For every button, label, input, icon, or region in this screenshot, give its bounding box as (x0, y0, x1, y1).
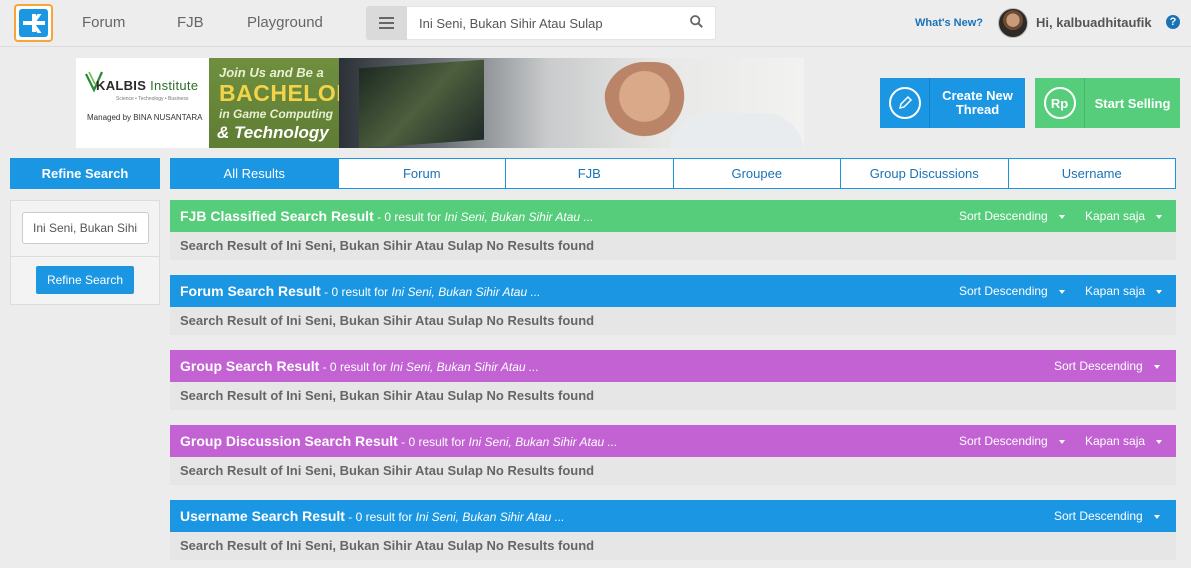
section-body: Search Result of Ini Seni, Bukan Sihir A… (170, 457, 1176, 485)
section-header: Group Search Result - 0 result for Ini S… (170, 350, 1176, 382)
section-title: Forum Search Result - 0 result for Ini S… (180, 283, 541, 299)
section-header: Forum Search Result - 0 result for Ini S… (170, 275, 1176, 307)
time-dropdown[interactable]: Kapan saja (1085, 434, 1163, 448)
section-body: Search Result of Ini Seni, Bukan Sihir A… (170, 382, 1176, 410)
nav-link-fjb[interactable]: FJB (177, 14, 204, 31)
caret-down-icon (1058, 439, 1065, 444)
section-body: Search Result of Ini Seni, Bukan Sihir A… (170, 232, 1176, 260)
username-result-section: Username Search Result - 0 result for In… (170, 500, 1176, 560)
section-header: Group Discussion Search Result - 0 resul… (170, 425, 1176, 457)
time-dropdown[interactable]: Kapan saja (1085, 284, 1163, 298)
whats-new-link[interactable]: What's New? (915, 17, 983, 29)
banner-line-3: in Game Computing (219, 107, 333, 121)
banner-brand: KALBIS Institute (96, 78, 199, 93)
caret-down-icon (1058, 214, 1065, 219)
tab-forum[interactable]: Forum (337, 159, 506, 188)
nav-link-forum[interactable]: Forum (82, 14, 125, 31)
banner-line-1: Join Us and Be a (219, 65, 324, 80)
tab-groupee[interactable]: Groupee (672, 159, 841, 188)
refine-search-panel: Refine Search (10, 200, 160, 305)
create-new-thread-label: Create New Thread (942, 88, 1013, 117)
ad-banner[interactable]: KALBIS Institute Science • Technology • … (76, 58, 804, 148)
banner-line-4: & Technology (217, 123, 329, 142)
section-title: FJB Classified Search Result - 0 result … (180, 208, 594, 224)
help-icon[interactable]: ? (1166, 15, 1180, 29)
avatar[interactable] (998, 8, 1028, 38)
group-discussion-result-section: Group Discussion Search Result - 0 resul… (170, 425, 1176, 485)
section-header: FJB Classified Search Result - 0 result … (170, 200, 1176, 232)
tab-all-results[interactable]: All Results (171, 159, 338, 188)
section-title: Username Search Result - 0 result for In… (180, 508, 565, 524)
section-title: Group Discussion Search Result - 0 resul… (180, 433, 618, 449)
rupiah-icon: Rp (1043, 87, 1076, 119)
caret-down-icon (1153, 364, 1160, 369)
create-new-thread-button[interactable]: Create New Thread (880, 78, 1025, 128)
sort-dropdown[interactable]: Sort Descending (1054, 359, 1160, 373)
banner-tagline: Science • Technology • Business (116, 96, 189, 102)
nav-link-playground[interactable]: Playground (247, 14, 323, 31)
banner-managed-by: Managed by BINA NUSANTARA (87, 113, 203, 122)
user-greeting[interactable]: Hi, kalbuadhitaufik (1036, 15, 1152, 30)
banner-line-2: BACHELOR (219, 80, 354, 106)
caret-down-icon (1153, 514, 1160, 519)
banner-kalbis-panel: KALBIS Institute Science • Technology • … (76, 58, 209, 148)
top-navbar: Forum FJB Playground What's New? Hi, kal… (0, 0, 1191, 47)
refine-search-input[interactable] (22, 212, 149, 244)
refine-search-header: Refine Search (10, 158, 160, 189)
caret-down-icon (1156, 289, 1163, 294)
section-body: Search Result of Ini Seni, Bukan Sihir A… (170, 532, 1176, 560)
search-input[interactable] (407, 6, 716, 40)
pencil-icon (888, 87, 921, 119)
no-results-text: Search Result of Ini Seni, Bukan Sihir A… (180, 238, 595, 253)
forum-result-section: Forum Search Result - 0 result for Ini S… (170, 275, 1176, 335)
sort-dropdown[interactable]: Sort Descending (959, 434, 1065, 448)
no-results-text: Search Result of Ini Seni, Bukan Sihir A… (180, 538, 595, 553)
section-header: Username Search Result - 0 result for In… (170, 500, 1176, 532)
hamburger-menu-icon[interactable] (366, 6, 407, 40)
section-title: Group Search Result - 0 result for Ini S… (180, 358, 539, 374)
result-tabs: All Results Forum FJB Groupee Group Disc… (170, 158, 1176, 189)
refine-search-button[interactable]: Refine Search (36, 266, 134, 294)
no-results-text: Search Result of Ini Seni, Bukan Sihir A… (180, 463, 595, 478)
sort-dropdown[interactable]: Sort Descending (959, 209, 1065, 223)
fjb-result-section: FJB Classified Search Result - 0 result … (170, 200, 1176, 260)
caret-down-icon (1156, 214, 1163, 219)
sort-dropdown[interactable]: Sort Descending (959, 284, 1065, 298)
section-body: Search Result of Ini Seni, Bukan Sihir A… (170, 307, 1176, 335)
no-results-text: Search Result of Ini Seni, Bukan Sihir A… (180, 313, 595, 328)
tab-username[interactable]: Username (1007, 159, 1176, 188)
caret-down-icon (1058, 289, 1065, 294)
sort-dropdown[interactable]: Sort Descending (1054, 509, 1160, 523)
kaskus-logo-icon[interactable] (14, 4, 53, 42)
tab-fjb[interactable]: FJB (505, 159, 673, 188)
banner-photo (339, 58, 804, 148)
tab-group-discussions[interactable]: Group Discussions (840, 159, 1008, 188)
banner-promo-panel: Join Us and Be a BACHELOR in Game Comput… (209, 58, 353, 148)
no-results-text: Search Result of Ini Seni, Bukan Sihir A… (180, 388, 595, 403)
start-selling-label: Start Selling (1094, 95, 1171, 111)
divider (11, 256, 159, 257)
caret-down-icon (1156, 439, 1163, 444)
group-result-section: Group Search Result - 0 result for Ini S… (170, 350, 1176, 410)
time-dropdown[interactable]: Kapan saja (1085, 209, 1163, 223)
start-selling-button[interactable]: Rp Start Selling (1035, 78, 1180, 128)
search-icon[interactable] (690, 15, 703, 28)
